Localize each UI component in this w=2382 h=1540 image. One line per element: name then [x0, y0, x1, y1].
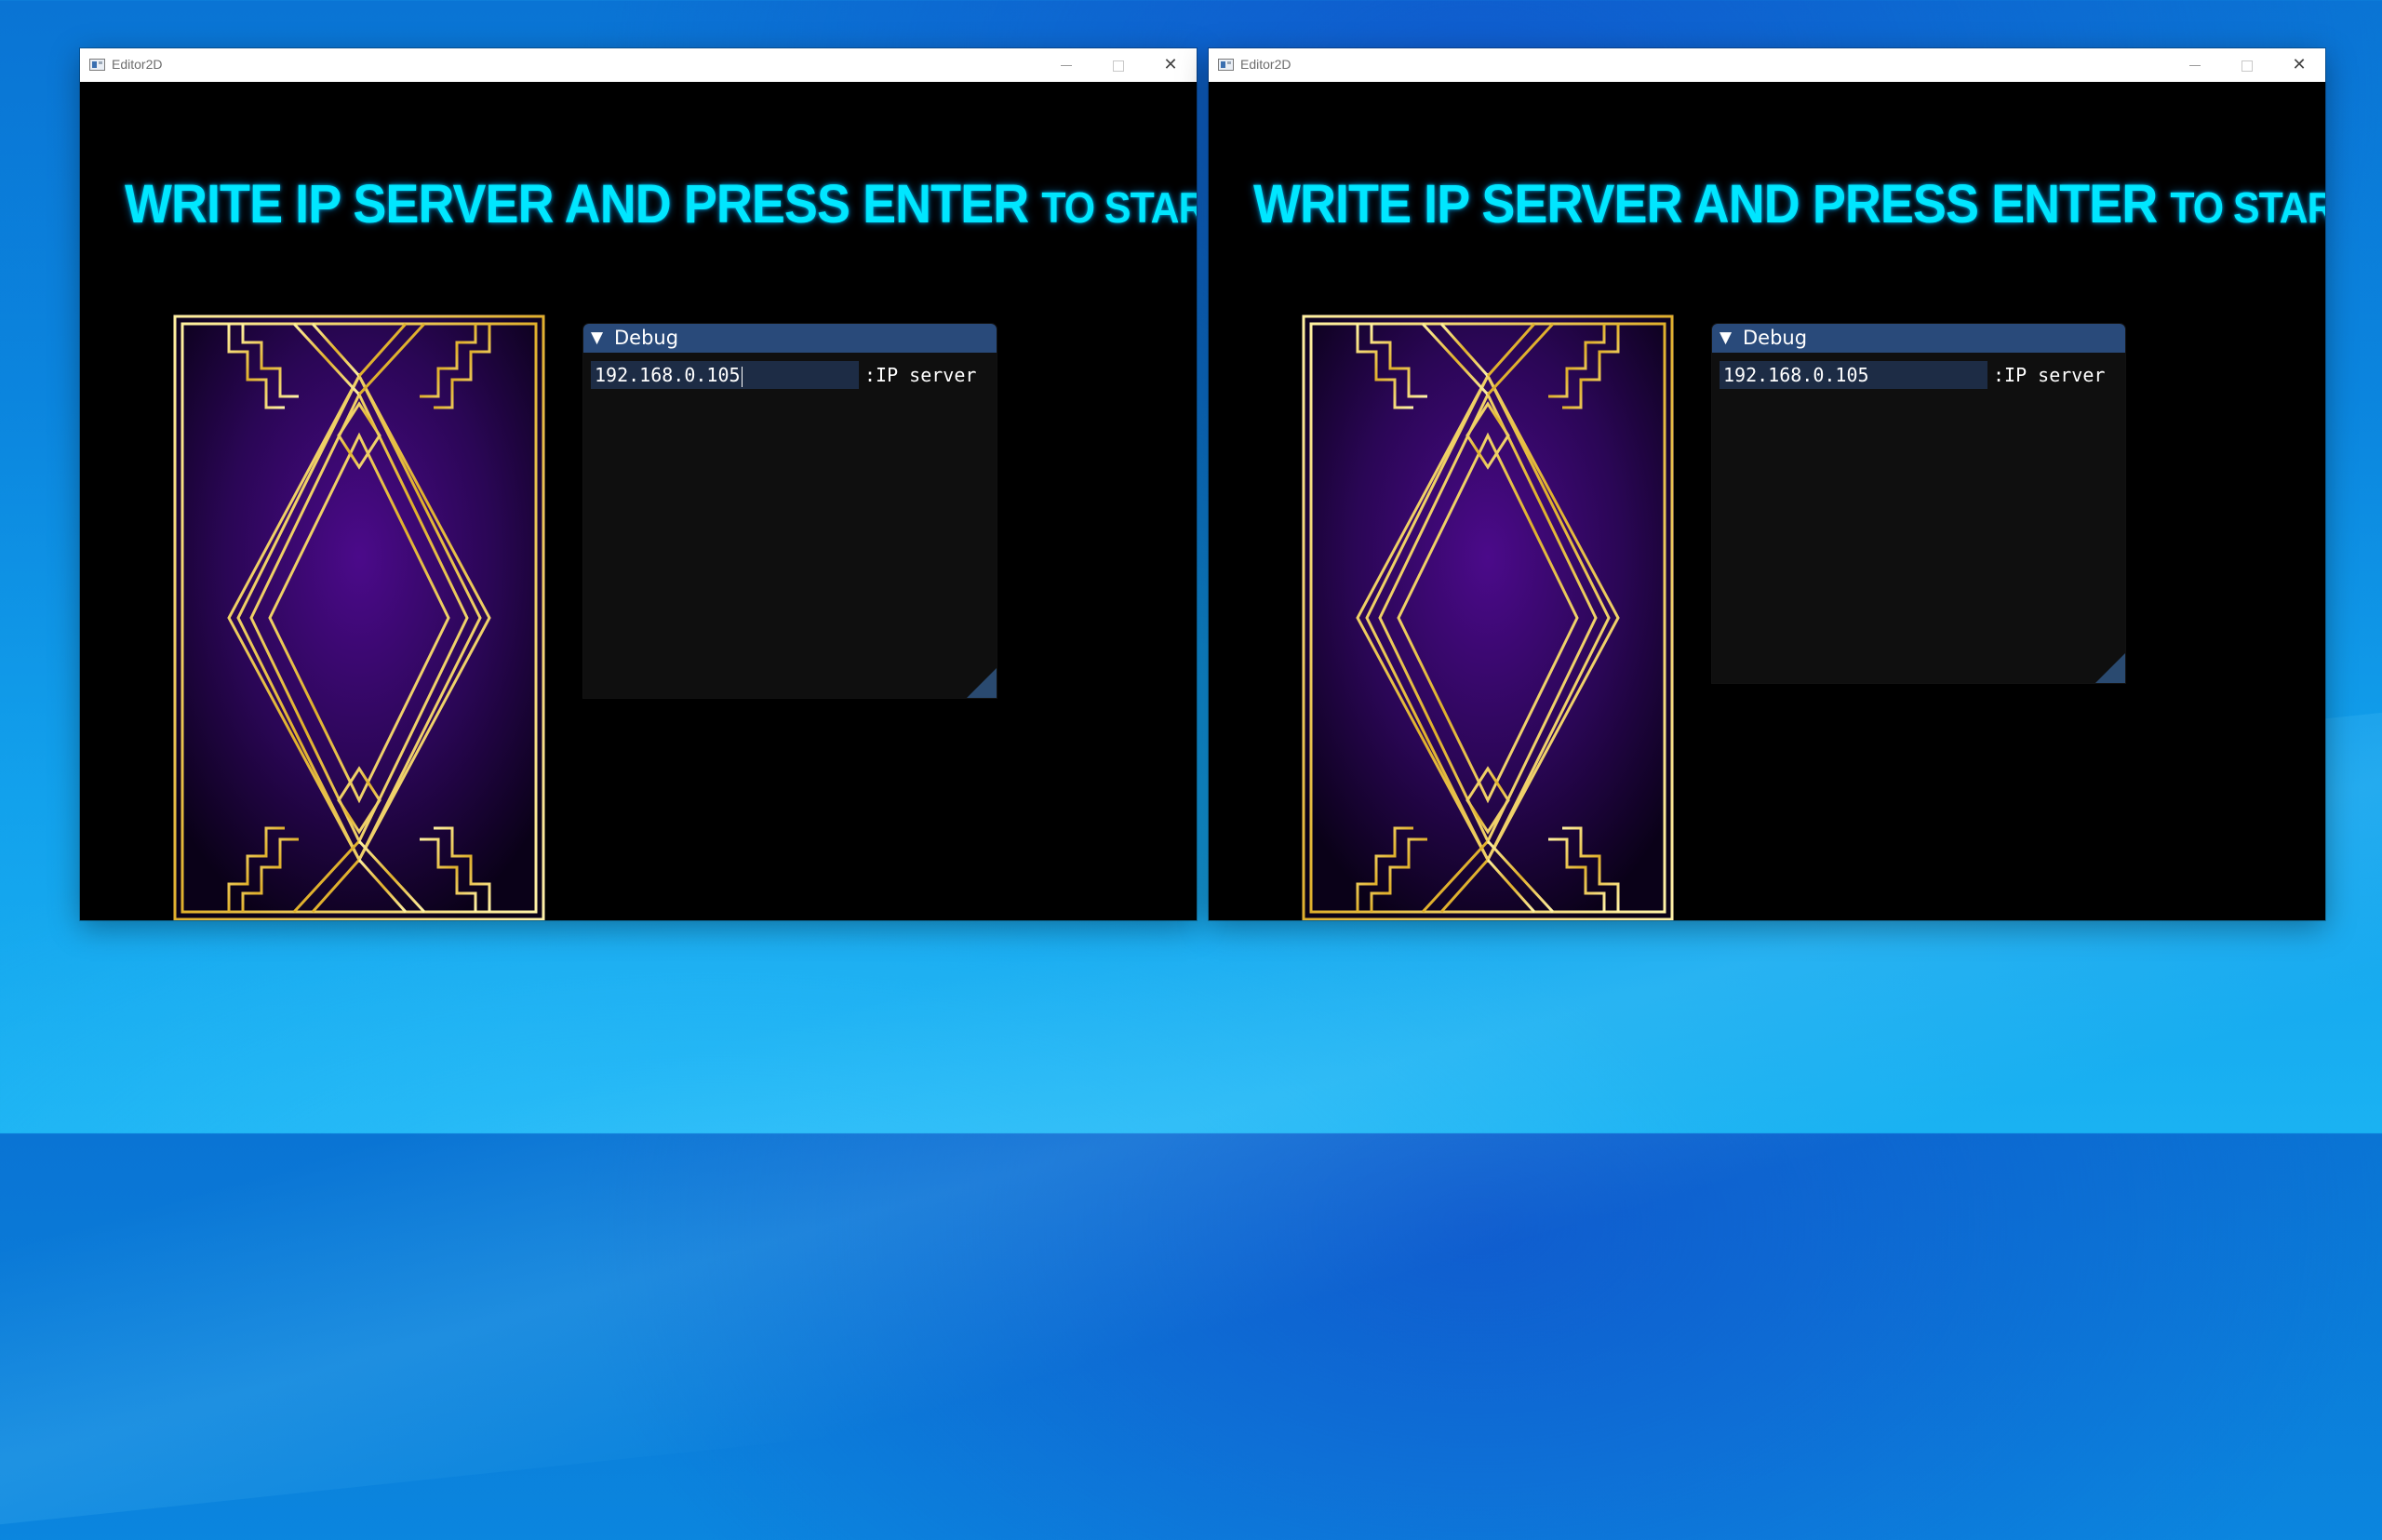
- debug-panel-title: Debug: [1743, 327, 1808, 349]
- art-deco-card-image: [1302, 315, 1674, 920]
- title-bar[interactable]: Editor2D ✕: [1209, 48, 2325, 82]
- close-icon: ✕: [2292, 55, 2307, 74]
- debug-panel-titlebar[interactable]: ▼ Debug: [583, 324, 997, 353]
- ip-server-value: 192.168.0.105: [1723, 364, 1869, 386]
- game-viewport[interactable]: WRITE IP SERVER AND PRESS ENTER TO START: [1209, 82, 2325, 920]
- art-deco-card-graphic: [1302, 315, 1674, 920]
- ip-server-input[interactable]: 192.168.0.105: [591, 361, 859, 389]
- headline-instruction: WRITE IP SERVER AND PRESS ENTER TO START: [125, 173, 1197, 235]
- resize-grip-icon[interactable]: [2095, 653, 2125, 683]
- art-deco-card-graphic: [173, 315, 545, 920]
- ip-server-value: 192.168.0.105: [595, 364, 741, 386]
- maximize-button[interactable]: [2221, 48, 2273, 82]
- ip-server-input[interactable]: 192.168.0.105: [1720, 361, 1987, 389]
- collapse-triangle-icon[interactable]: ▼: [1720, 324, 1732, 353]
- debug-panel-title: Debug: [614, 327, 679, 349]
- ip-server-label: :IP server: [1993, 364, 2106, 386]
- title-bar[interactable]: Editor2D ✕: [80, 48, 1197, 82]
- minimize-icon: [2189, 65, 2201, 66]
- game-viewport[interactable]: WRITE IP SERVER AND PRESS ENTER TO START: [80, 82, 1197, 920]
- close-button[interactable]: ✕: [2273, 48, 2325, 82]
- maximize-icon: [1113, 60, 1124, 72]
- app-window-icon: [89, 59, 105, 71]
- text-caret: [741, 366, 743, 387]
- minimize-icon: [1061, 65, 1072, 66]
- resize-grip-icon[interactable]: [967, 668, 997, 698]
- debug-panel[interactable]: ▼ Debug 192.168.0.105 :IP server: [583, 324, 997, 698]
- ip-server-label: :IP server: [864, 364, 977, 386]
- window-title: Editor2D: [112, 57, 163, 72]
- collapse-triangle-icon[interactable]: ▼: [591, 324, 603, 353]
- art-deco-card-image: [173, 315, 545, 920]
- editor2d-window-left[interactable]: Editor2D ✕ WRITE IP SERVER AND PRESS ENT…: [80, 48, 1197, 920]
- headline-tail: TO START: [1041, 183, 1197, 232]
- minimize-button[interactable]: [2169, 48, 2221, 82]
- close-button[interactable]: ✕: [1144, 48, 1197, 82]
- debug-panel-titlebar[interactable]: ▼ Debug: [1712, 324, 2125, 353]
- minimize-button[interactable]: [1040, 48, 1092, 82]
- headline-main: WRITE IP SERVER AND PRESS ENTER: [125, 174, 1029, 234]
- editor2d-window-right[interactable]: Editor2D ✕ WRITE IP SERVER AND PRESS ENT…: [1209, 48, 2325, 920]
- window-title: Editor2D: [1240, 57, 1291, 72]
- headline-instruction: WRITE IP SERVER AND PRESS ENTER TO START: [1253, 173, 2325, 235]
- close-icon: ✕: [1163, 55, 1178, 74]
- maximize-button[interactable]: [1092, 48, 1144, 82]
- maximize-icon: [2241, 60, 2253, 72]
- headline-tail: TO START: [2170, 183, 2325, 232]
- headline-main: WRITE IP SERVER AND PRESS ENTER: [1253, 174, 2158, 234]
- app-window-icon: [1218, 59, 1234, 71]
- debug-panel[interactable]: ▼ Debug 192.168.0.105 :IP server: [1712, 324, 2125, 683]
